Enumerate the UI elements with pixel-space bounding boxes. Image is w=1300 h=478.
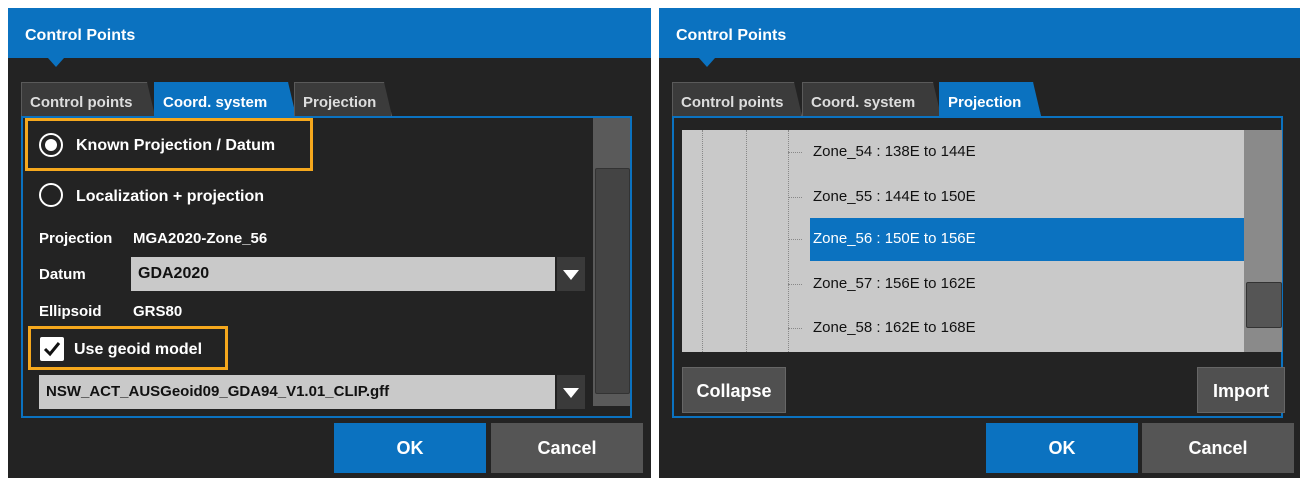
datum-select[interactable]: GDA2020	[131, 257, 585, 291]
radio-selected-dot	[45, 139, 57, 151]
tab-projection[interactable]: Projection	[939, 82, 1041, 116]
tab-coord-system[interactable]: Coord. system	[154, 82, 296, 116]
tree-item-label: Zone_54 : 138E to 144E	[813, 143, 976, 160]
tree-item-label: Zone_56 : 150E to 156E	[813, 230, 976, 247]
datum-value: GDA2020	[138, 265, 210, 282]
tree-item-label: Zone_58 : 162E to 168E	[813, 319, 976, 336]
tree-connector	[788, 197, 802, 198]
import-button[interactable]: Import	[1197, 367, 1285, 413]
title-notch	[699, 58, 715, 67]
geoid-checkbox[interactable]	[40, 337, 64, 361]
projection-label: Projection	[39, 230, 113, 247]
geoid-file-value: NSW_ACT_AUSGeoid09_GDA94_V1.01_CLIP.gff	[46, 383, 390, 400]
dialog-title-bar: Control Points	[8, 8, 651, 67]
dialog-title: Control Points	[676, 27, 787, 44]
localization-radio[interactable]	[39, 183, 63, 207]
ellipsoid-value: GRS80	[133, 303, 183, 320]
localization-label[interactable]: Localization + projection	[76, 188, 264, 206]
ellipsoid-label: Ellipsoid	[39, 303, 102, 320]
coord-system-dialog: Control Points Control points Coord. sys…	[8, 8, 651, 478]
datum-dropdown-button[interactable]	[555, 257, 585, 291]
ok-button[interactable]: OK	[986, 423, 1138, 473]
projection-tree[interactable]: Zone_54 : 138E to 144E Zone_55 : 144E to…	[682, 130, 1282, 352]
tree-item-zone-54[interactable]: Zone_54 : 138E to 144E	[682, 130, 1244, 175]
known-projection-label[interactable]: Known Projection / Datum	[76, 137, 275, 155]
cancel-button[interactable]: Cancel	[1142, 423, 1294, 473]
tab-control-points[interactable]: Control points	[21, 82, 155, 116]
geoid-label[interactable]: Use geoid model	[74, 341, 202, 359]
collapse-button[interactable]: Collapse	[682, 367, 786, 413]
dialog-title: Control Points	[25, 27, 136, 44]
dialog-title-bar: Control Points	[659, 8, 1300, 67]
tree-item-zone-57[interactable]: Zone_57 : 156E to 162E	[682, 262, 1244, 307]
tree-item-zone-58[interactable]: Zone_58 : 162E to 168E	[682, 306, 1244, 351]
tab-projection[interactable]: Projection	[294, 82, 392, 116]
tab-coord-system[interactable]: Coord. system	[802, 82, 941, 116]
tree-scrollbar-thumb[interactable]	[1246, 282, 1282, 328]
vertical-scrollbar[interactable]	[593, 118, 630, 406]
chevron-down-icon	[563, 270, 579, 280]
tree-connector	[788, 152, 802, 153]
tree-connector	[788, 328, 802, 329]
title-notch	[48, 58, 64, 67]
tree-item-label: Zone_57 : 156E to 162E	[813, 275, 976, 292]
tree-connector	[788, 284, 802, 285]
scrollbar-thumb[interactable]	[595, 168, 630, 394]
tree-scrollbar[interactable]	[1244, 130, 1282, 352]
geoid-file-dropdown-button[interactable]	[555, 375, 585, 409]
check-icon	[43, 342, 61, 357]
projection-value: MGA2020-Zone_56	[133, 230, 268, 247]
geoid-file-select[interactable]: NSW_ACT_AUSGeoid09_GDA94_V1.01_CLIP.gff	[39, 375, 585, 409]
tree-item-zone-55[interactable]: Zone_55 : 144E to 150E	[682, 175, 1244, 220]
tab-control-points[interactable]: Control points	[672, 82, 802, 116]
ok-button[interactable]: OK	[334, 423, 486, 473]
tree-connector	[788, 239, 802, 240]
chevron-down-icon	[563, 388, 579, 398]
tree-item-zone-56[interactable]: Zone_56 : 150E to 156E	[682, 217, 1244, 262]
datum-label: Datum	[39, 266, 86, 283]
cancel-button[interactable]: Cancel	[491, 423, 643, 473]
tree-item-label: Zone_55 : 144E to 150E	[813, 188, 976, 205]
known-projection-radio[interactable]	[39, 133, 63, 157]
